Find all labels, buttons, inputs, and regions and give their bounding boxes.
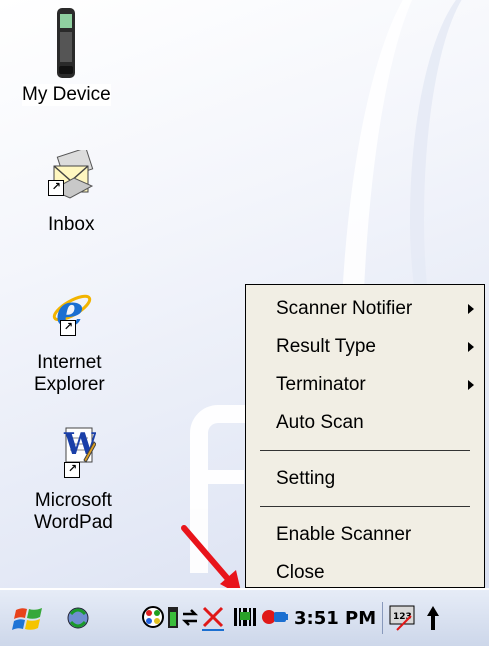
menu-item-terminator[interactable]: Terminator	[246, 366, 484, 404]
icon-label-ie-line1: Internet	[37, 352, 102, 373]
menu-item-label: Result Type	[276, 336, 376, 357]
icon-label-ie-line2: Explorer	[34, 374, 105, 395]
power-connected-icon[interactable]	[260, 604, 290, 632]
desktop-icon-inbox[interactable]: ↗ Inbox	[48, 147, 95, 236]
menu-item-enable-scanner[interactable]: Enable Scanner	[246, 516, 484, 554]
handheld-device-icon	[43, 6, 89, 78]
sync-arrows-icon[interactable]	[180, 604, 200, 632]
menu-item-close[interactable]: Close	[246, 554, 484, 592]
battery-icon[interactable]	[166, 604, 180, 632]
menu-separator	[260, 506, 470, 507]
menu-item-label: Scanner Notifier	[276, 298, 413, 319]
submenu-arrow-icon	[468, 304, 474, 314]
clock-time[interactable]: 3:51 PM	[294, 608, 376, 629]
menu-item-scanner-notifier[interactable]: Scanner Notifier	[246, 290, 484, 328]
menu-item-label: Setting	[276, 468, 336, 489]
activesync-icon[interactable]	[64, 604, 92, 632]
desktop-icon-my-device[interactable]: My Device	[22, 6, 111, 106]
icon-label-wordpad-line2: WordPad	[34, 512, 113, 533]
menu-item-setting[interactable]: Setting	[246, 460, 484, 498]
signal-strength-icon[interactable]	[232, 604, 260, 632]
icon-label-my-device: My Device	[22, 84, 111, 106]
taskbar: 3:51 PM 123	[0, 588, 489, 646]
input-panel-keyboard-icon[interactable]: 123	[382, 602, 419, 634]
windows-start-icon[interactable]	[12, 604, 46, 632]
submenu-arrow-icon	[468, 342, 474, 352]
svg-text:W: W	[63, 427, 96, 462]
desktop-icon-wordpad[interactable]: W ↗ Microsoft WordPad	[34, 424, 113, 534]
menu-item-label: Terminator	[276, 374, 366, 395]
inbox-envelope-icon: ↗	[48, 147, 94, 199]
scanner-disabled-icon[interactable]	[200, 604, 226, 632]
desktop-icon-internet-explorer[interactable]: e ↗ Internet Explorer	[34, 282, 105, 396]
menu-item-label: Enable Scanner	[276, 524, 412, 545]
menu-item-label: Auto Scan	[276, 412, 364, 433]
menu-item-auto-scan[interactable]: Auto Scan	[246, 404, 484, 442]
shortcut-arrow-icon: ↗	[64, 462, 81, 478]
scanner-context-menu: Scanner Notifier Result Type Terminator …	[245, 284, 485, 588]
up-arrow-icon[interactable]	[425, 604, 441, 632]
submenu-arrow-icon	[468, 380, 474, 390]
wordpad-icon: W ↗	[50, 424, 99, 478]
color-wheel-icon[interactable]	[140, 604, 166, 632]
menu-separator	[260, 450, 470, 451]
icon-label-inbox: Inbox	[48, 214, 95, 235]
menu-item-label: Close	[276, 562, 325, 583]
menu-item-result-type[interactable]: Result Type	[246, 328, 484, 366]
wallpaper-logo-bar	[208, 470, 244, 484]
icon-label-wordpad-line1: Microsoft	[34, 490, 112, 511]
shortcut-arrow-icon: ↗	[48, 180, 65, 196]
internet-explorer-icon: e ↗	[46, 282, 92, 337]
shortcut-arrow-icon: ↗	[60, 320, 77, 336]
